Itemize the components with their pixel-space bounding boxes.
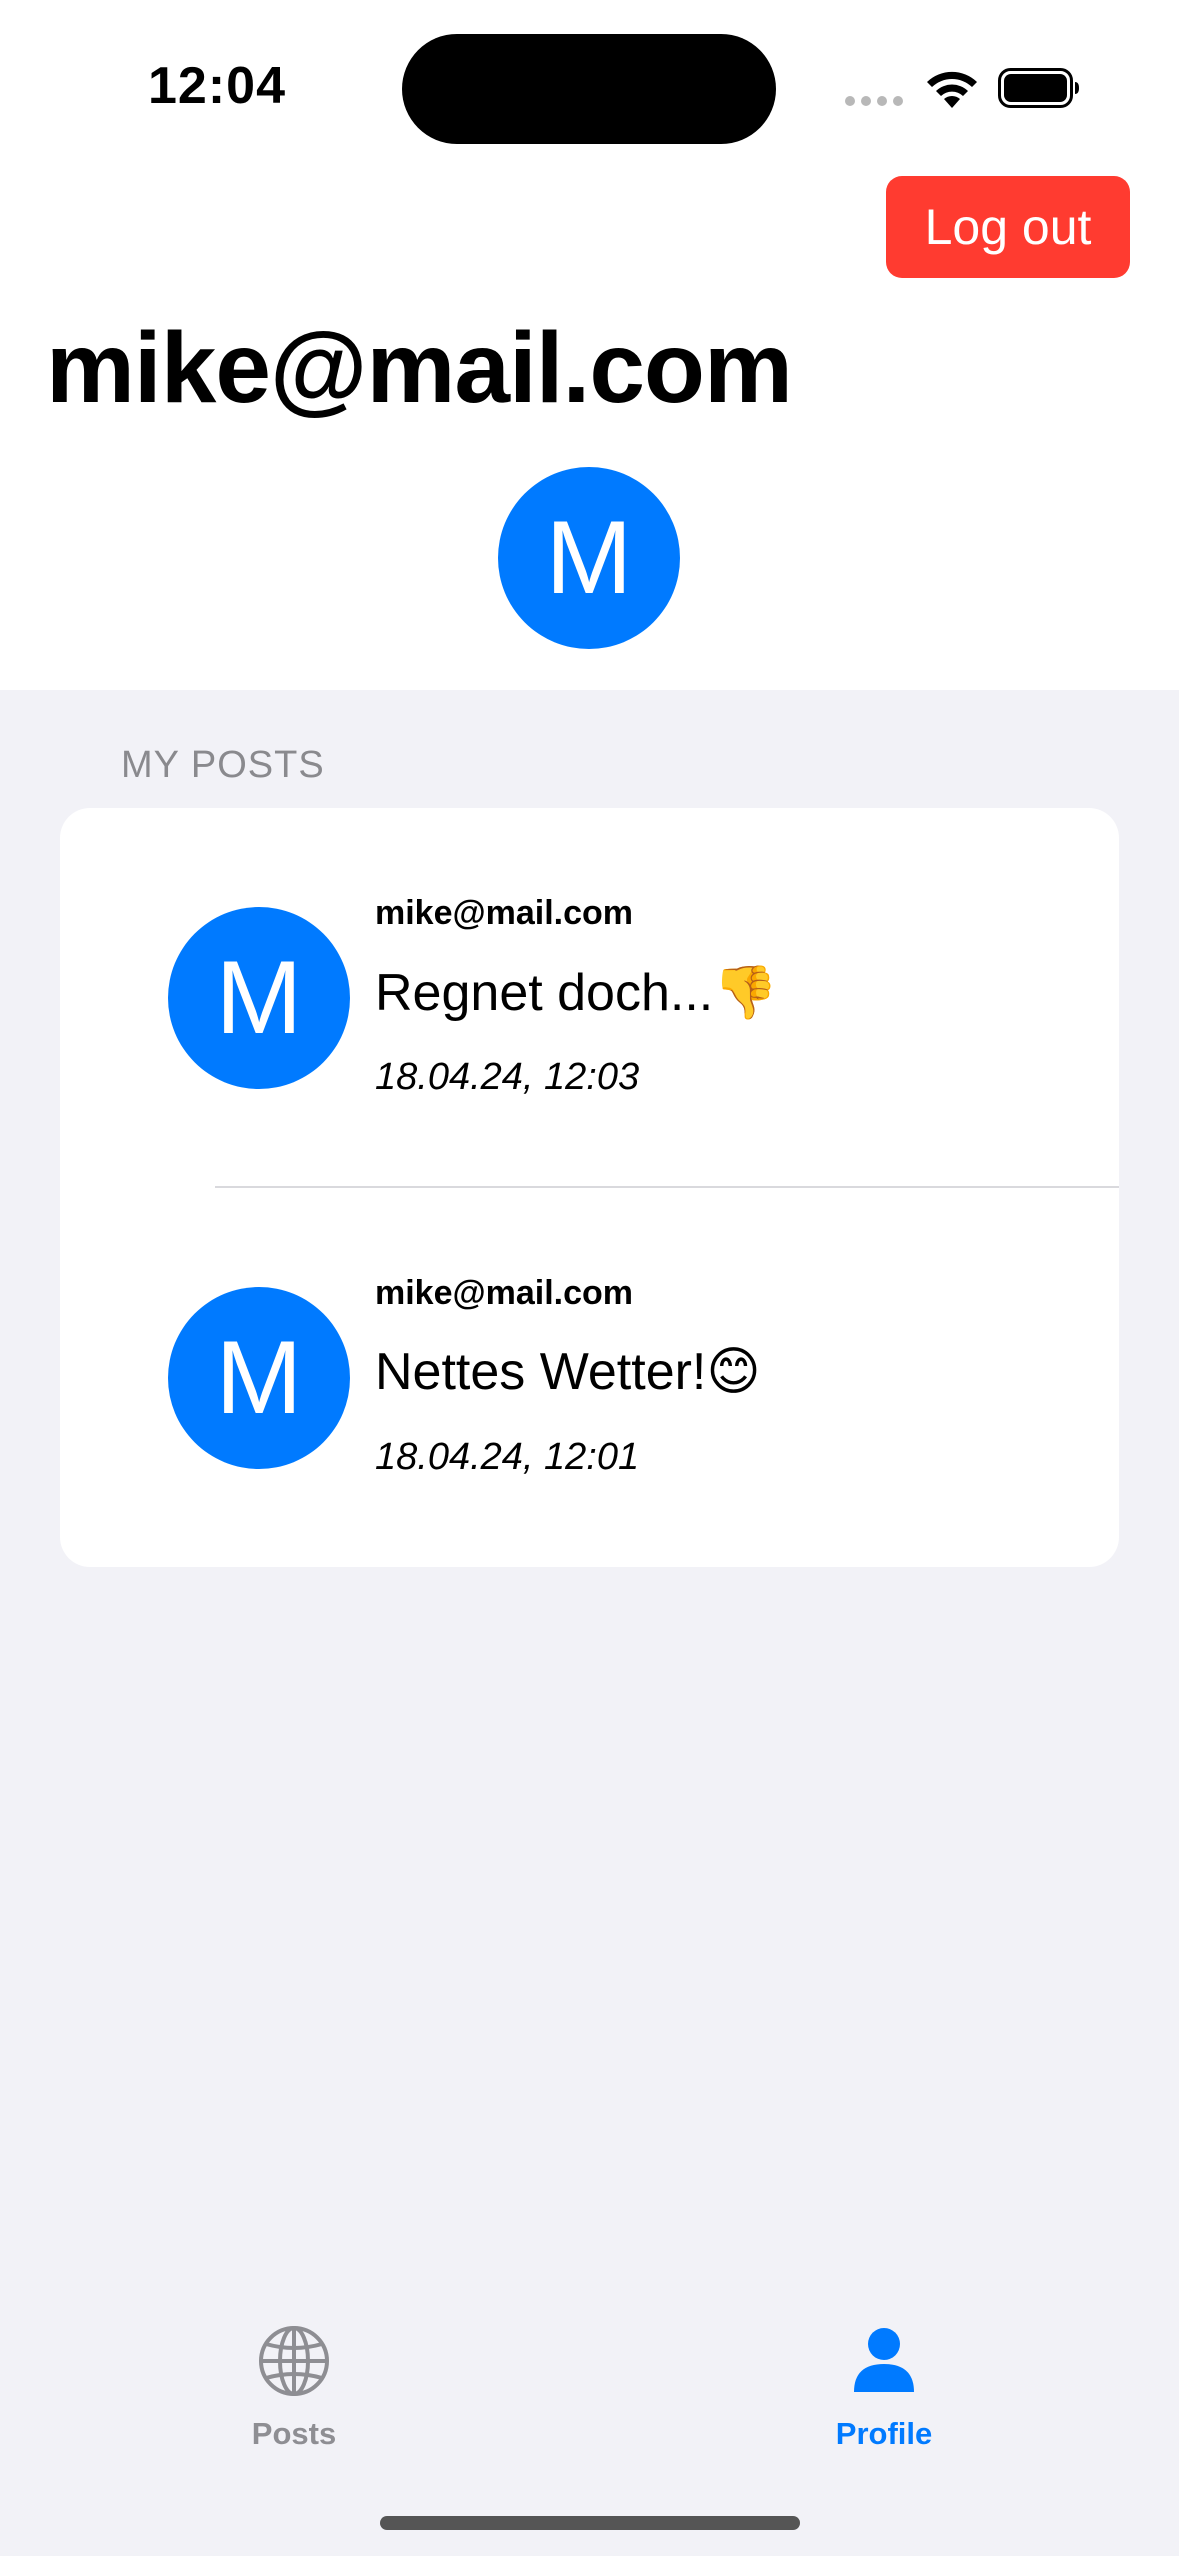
tab-posts-label: Posts (251, 2416, 337, 2451)
post-author: mike@mail.com (375, 894, 634, 932)
person-icon (854, 2328, 914, 2392)
tab-posts[interactable]: Posts (164, 2324, 424, 2454)
logout-button[interactable]: Log out (886, 176, 1130, 278)
status-time: 12:04 (148, 57, 286, 115)
profile-avatar: M (498, 467, 680, 649)
post-text: Regnet doch...👎 (375, 964, 778, 1022)
page-title: mike@mail.com (46, 312, 793, 424)
post-avatar: M (168, 1287, 350, 1469)
post-author: mike@mail.com (375, 1274, 634, 1312)
posts-list: M mike@mail.com Regnet doch...👎 18.04.24… (60, 808, 1119, 1567)
post-date: 18.04.24, 12:03 (375, 1056, 640, 1098)
section-header-my-posts: MY POSTS (121, 744, 325, 786)
cellular-signal-icon (845, 96, 903, 106)
post-date: 18.04.24, 12:01 (375, 1436, 640, 1478)
tab-profile-label: Profile (835, 2416, 933, 2451)
battery-icon (998, 68, 1079, 108)
post-row[interactable]: M mike@mail.com Regnet doch...👎 18.04.24… (60, 808, 1119, 1188)
post-row[interactable]: M mike@mail.com Nettes Wetter!😊 18.04.24… (60, 1188, 1119, 1567)
tab-profile[interactable]: Profile (754, 2324, 1014, 2454)
post-text: Nettes Wetter!😊 (375, 1343, 761, 1401)
wifi-icon (927, 71, 977, 108)
post-avatar: M (168, 907, 350, 1089)
dynamic-island (402, 34, 776, 144)
globe-icon (259, 2326, 329, 2396)
home-indicator (380, 2516, 800, 2530)
